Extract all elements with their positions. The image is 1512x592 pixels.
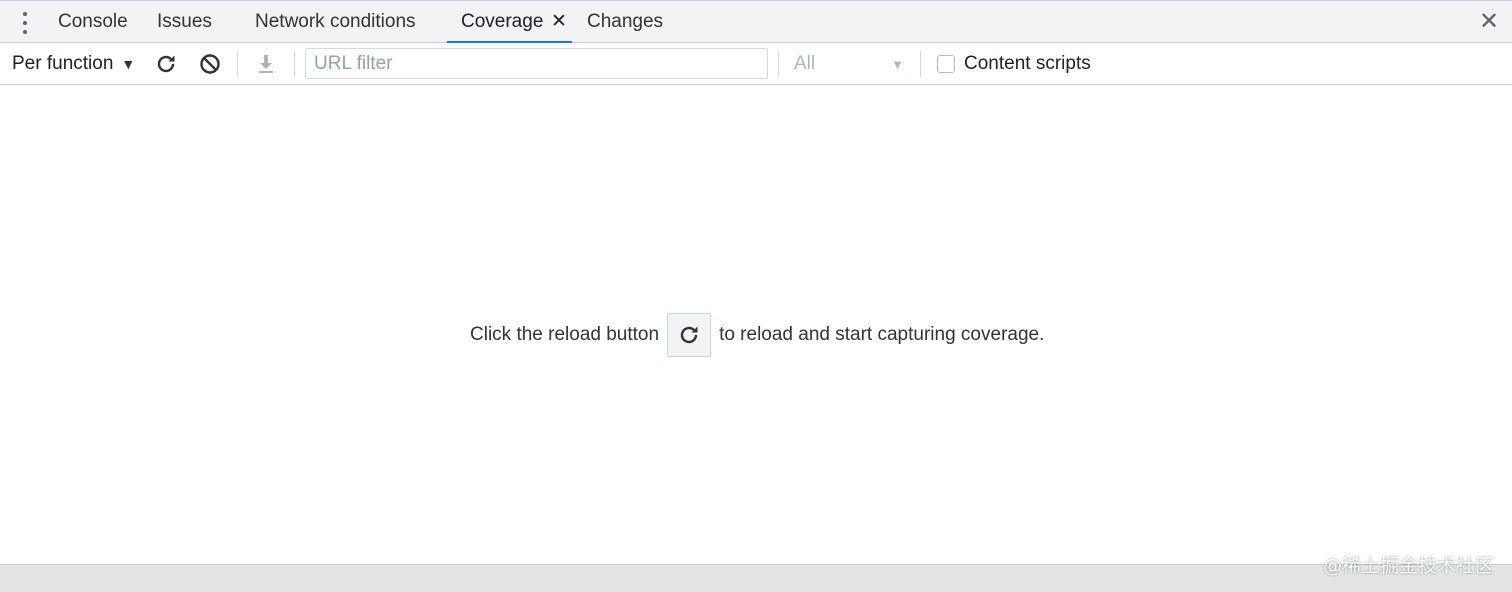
tab-label: Network conditions [255, 11, 416, 32]
content-type-filter-select[interactable]: All ▼ [794, 52, 906, 76]
tab-coverage[interactable]: Coverage [461, 1, 543, 43]
url-filter-input[interactable] [305, 48, 768, 79]
drawer-tab-bar: Console Issues Network conditions Covera… [0, 0, 1512, 43]
dropdown-arrow-icon: ▼ [121, 56, 136, 72]
coverage-empty-view: Click the reload button to reload and st… [0, 85, 1512, 564]
coverage-toolbar: Per function ▼ All [0, 43, 1512, 85]
devtools-drawer: Console Issues Network conditions Covera… [0, 0, 1512, 592]
tab-label: Coverage [461, 11, 544, 32]
status-bar [0, 564, 1512, 592]
empty-state-message: Click the reload button to reload and st… [470, 313, 1044, 357]
close-drawer-icon[interactable]: ✕ [1478, 10, 1500, 34]
reload-icon [680, 326, 698, 344]
watermark: @稀土掘金技术社区 [1322, 555, 1494, 577]
message-before: Click the reload button [470, 324, 660, 345]
tab-label: Changes [587, 11, 664, 32]
content-scripts-checkbox[interactable] [937, 55, 955, 73]
content-scripts-label: Content scripts [964, 53, 1091, 74]
more-options-icon[interactable] [14, 10, 36, 36]
toolbar-divider [294, 51, 295, 77]
content-type-filter-value: All [794, 53, 816, 74]
tab-console[interactable]: Console [58, 1, 128, 43]
message-after: to reload and start capturing coverage. [719, 324, 1045, 345]
toolbar-divider [237, 51, 238, 77]
clear-icon[interactable] [197, 51, 223, 77]
toolbar-divider [778, 51, 779, 77]
coverage-type-select[interactable]: Per function ▼ [12, 52, 135, 76]
tab-close-icon[interactable]: ✕ [550, 12, 568, 32]
tab-changes[interactable]: Changes [587, 1, 663, 43]
toolbar-divider [920, 51, 921, 77]
inline-reload-button[interactable] [667, 313, 712, 357]
tab-issues[interactable]: Issues [157, 1, 212, 43]
tab-label: Issues [157, 11, 212, 32]
tab-label: Console [58, 11, 128, 32]
content-scripts-toggle[interactable]: Content scripts [937, 52, 1091, 76]
dropdown-arrow-icon: ▼ [891, 56, 904, 72]
reload-icon[interactable] [153, 51, 179, 77]
tab-network-conditions[interactable]: Network conditions [255, 1, 416, 43]
coverage-mode-label: Per function [12, 53, 114, 74]
export-icon[interactable] [253, 51, 279, 77]
